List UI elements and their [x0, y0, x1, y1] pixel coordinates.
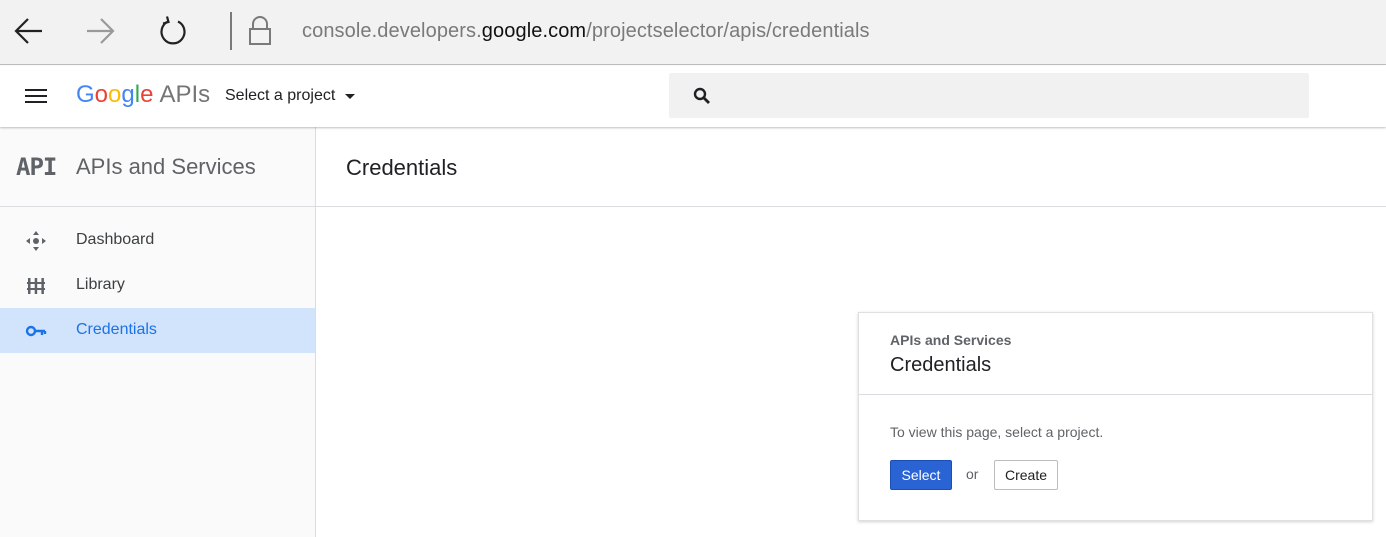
logo-letter: e [140, 81, 154, 108]
page-header: Credentials [316, 127, 1386, 207]
back-arrow-icon [14, 18, 42, 44]
search-bar [669, 73, 1309, 118]
url-path: /projectselector/apis/credentials [586, 20, 870, 42]
logo-suffix: APIs [159, 81, 211, 108]
sidebar-header: API APIs and Services [0, 127, 315, 207]
menu-icon[interactable] [22, 83, 50, 109]
or-label: or [966, 466, 979, 482]
select-project-card: APIs and Services Credentials To view th… [858, 312, 1373, 521]
card-header: APIs and Services Credentials [859, 313, 1372, 395]
forward-button[interactable] [82, 13, 118, 49]
sidebar-item-library[interactable]: Library [0, 263, 315, 308]
lock-icon [247, 15, 273, 52]
sidebar-item-label: Dashboard [76, 231, 155, 248]
library-icon [24, 275, 48, 297]
search-input[interactable] [725, 73, 1295, 118]
select-button[interactable]: Select [890, 460, 952, 490]
project-selector[interactable]: Select a project [225, 87, 356, 105]
caret-down-icon [345, 93, 356, 99]
create-button[interactable]: Create [994, 460, 1058, 490]
search-icon[interactable] [693, 87, 711, 105]
sidebar-item-label: Library [76, 276, 125, 293]
dashboard-icon [24, 230, 48, 252]
page-title: Credentials [346, 155, 458, 180]
card-title: Credentials [890, 354, 992, 376]
card-subtitle: APIs and Services [890, 332, 1012, 348]
project-selector-label: Select a project [225, 87, 336, 104]
forward-arrow-icon [87, 18, 115, 44]
sidebar-nav: Dashboard Library Credentials [0, 218, 315, 353]
app-header: Google APIs Select a project [0, 66, 1386, 127]
sidebar: API APIs and Services Dashboard Library … [0, 127, 316, 537]
sidebar-item-label: Credentials [76, 321, 157, 338]
address-bar[interactable]: console.developers.google.com/projectsel… [302, 20, 870, 43]
url-domain: google.com [481, 20, 587, 42]
key-icon [24, 320, 48, 342]
refresh-icon [160, 16, 186, 45]
logo-letter: G [76, 81, 95, 108]
sidebar-item-dashboard[interactable]: Dashboard [0, 218, 315, 263]
card-message: To view this page, select a project. [890, 424, 1104, 440]
google-apis-logo[interactable]: Google APIs [76, 81, 210, 109]
url-prefix: console.developers. [302, 20, 482, 42]
sidebar-title: APIs and Services [76, 154, 256, 179]
refresh-button[interactable] [155, 13, 191, 49]
back-button[interactable] [11, 13, 47, 49]
logo-letter: o [108, 81, 122, 108]
browser-toolbar: console.developers.google.com/projectsel… [0, 0, 1386, 65]
api-logo-icon: API [16, 153, 57, 181]
logo-letter: g [121, 81, 135, 108]
toolbar-separator [230, 12, 232, 50]
google-wordmark: Google [76, 81, 153, 108]
logo-letter: o [94, 81, 109, 108]
sidebar-item-credentials[interactable]: Credentials [0, 308, 315, 353]
